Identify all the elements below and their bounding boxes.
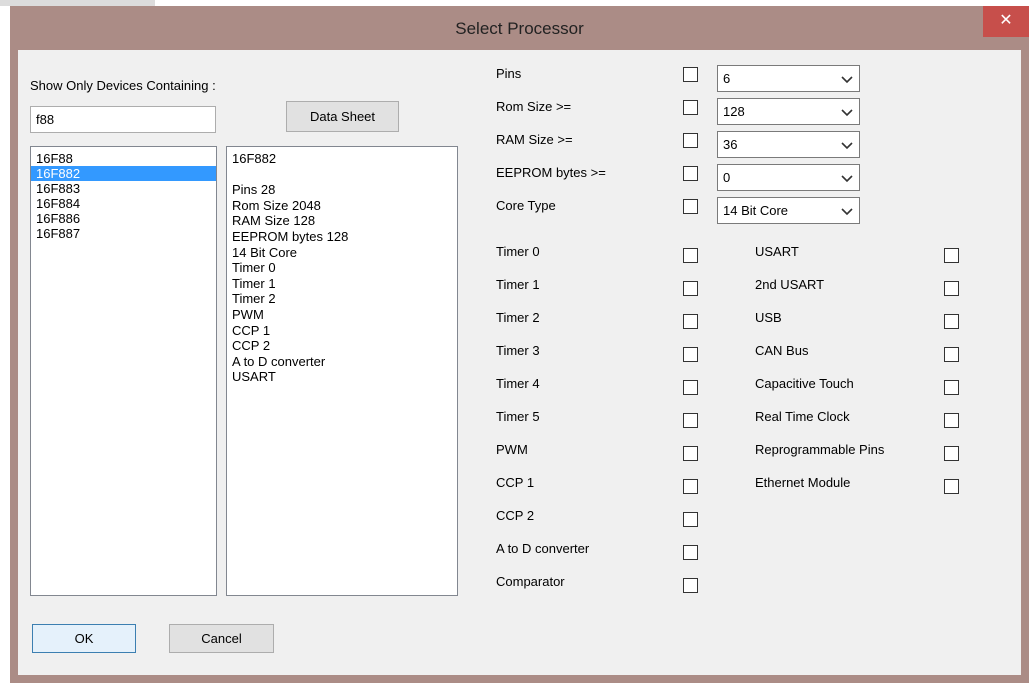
- device-list-item[interactable]: 16F882: [31, 166, 216, 181]
- feature-checkbox[interactable]: [683, 446, 698, 461]
- filter-row-checkbox[interactable]: [683, 166, 698, 181]
- feature-checkbox[interactable]: [944, 314, 959, 329]
- filter-row-checkbox[interactable]: [683, 67, 698, 82]
- feature-label: Real Time Clock: [755, 409, 850, 424]
- select-processor-dialog: Select Processor ✕ Show Only Devices Con…: [10, 6, 1029, 683]
- feature-checkbox[interactable]: [944, 413, 959, 428]
- feature-checkbox[interactable]: [683, 314, 698, 329]
- feature-checkbox[interactable]: [944, 248, 959, 263]
- cancel-button[interactable]: Cancel: [169, 624, 274, 653]
- feature-checkbox[interactable]: [683, 413, 698, 428]
- feature-checkbox[interactable]: [683, 347, 698, 362]
- device-list-item[interactable]: 16F887: [31, 226, 216, 241]
- feature-label: Capacitive Touch: [755, 376, 854, 391]
- feature-label: Ethernet Module: [755, 475, 851, 490]
- detail-line: CCP 1: [232, 322, 271, 338]
- feature-label: Reprogrammable Pins: [755, 442, 885, 457]
- chevron-down-icon: [841, 175, 853, 183]
- feature-checkbox[interactable]: [944, 446, 959, 461]
- dialog-body: Show Only Devices Containing : f88 Data …: [18, 50, 1021, 675]
- detail-line: RAM Size 128: [232, 213, 316, 229]
- detail-line: PWM: [232, 306, 264, 322]
- detail-line: 14 Bit Core: [232, 244, 298, 260]
- feature-checkbox[interactable]: [683, 281, 698, 296]
- filter-row-checkbox[interactable]: [683, 100, 698, 115]
- select-value: 36: [723, 137, 738, 152]
- chevron-down-icon: [841, 76, 853, 84]
- feature-label: Timer 5: [496, 409, 540, 424]
- filter-row-checkbox[interactable]: [683, 133, 698, 148]
- feature-label: Timer 0: [496, 244, 540, 259]
- filter-row-select[interactable]: 6: [717, 65, 860, 92]
- feature-checkbox[interactable]: [683, 545, 698, 560]
- data-sheet-button[interactable]: Data Sheet: [286, 101, 399, 132]
- feature-checkbox[interactable]: [683, 479, 698, 494]
- filter-row-label: RAM Size >=: [496, 132, 573, 147]
- filter-row-checkbox[interactable]: [683, 199, 698, 214]
- detail-line: CCP 2: [232, 338, 271, 354]
- feature-checkbox[interactable]: [944, 380, 959, 395]
- feature-label: Timer 3: [496, 343, 540, 358]
- feature-label: CCP 1: [496, 475, 535, 490]
- chevron-down-icon: [841, 109, 853, 117]
- filter-row-select[interactable]: 0: [717, 164, 860, 191]
- feature-checkbox[interactable]: [683, 248, 698, 263]
- feature-checkbox[interactable]: [683, 512, 698, 527]
- select-value: 14 Bit Core: [723, 203, 789, 218]
- detail-line: A to D converter: [232, 353, 326, 369]
- feature-label: Comparator: [496, 574, 565, 589]
- feature-label: Timer 4: [496, 376, 540, 391]
- filter-input[interactable]: f88: [30, 106, 216, 133]
- feature-label: CAN Bus: [755, 343, 809, 358]
- filter-row-select[interactable]: 36: [717, 131, 860, 158]
- detail-line: [227, 167, 457, 183]
- feature-label: USART: [755, 244, 799, 259]
- filter-label: Show Only Devices Containing :: [30, 78, 216, 93]
- ok-button[interactable]: OK: [32, 624, 136, 653]
- feature-checkbox[interactable]: [944, 281, 959, 296]
- select-value: 0: [723, 170, 731, 185]
- device-details: 16F882 Pins 28 Rom Size 2048 RAM Size 128 EE…: [226, 146, 458, 596]
- filter-row-select[interactable]: 14 Bit Core: [717, 197, 860, 224]
- feature-label: Timer 1: [496, 277, 540, 292]
- detail-line: Timer 2: [232, 291, 276, 307]
- feature-checkbox[interactable]: [944, 347, 959, 362]
- device-list-item[interactable]: 16F88: [31, 151, 216, 166]
- detail-line: Pins 28: [232, 182, 276, 198]
- feature-checkbox[interactable]: [683, 578, 698, 593]
- feature-label: Timer 2: [496, 310, 540, 325]
- chevron-down-icon: [841, 208, 853, 216]
- detail-line: Timer 0: [232, 260, 276, 276]
- feature-label: CCP 2: [496, 508, 535, 523]
- detail-line: EEPROM bytes 128: [232, 228, 349, 244]
- title-bar[interactable]: Select Processor ✕: [10, 6, 1029, 50]
- feature-label: PWM: [496, 442, 528, 457]
- feature-label: A to D converter: [496, 541, 590, 556]
- detail-line: Rom Size 2048: [232, 197, 321, 213]
- device-list-item[interactable]: 16F884: [31, 196, 216, 211]
- device-list-item[interactable]: 16F883: [31, 181, 216, 196]
- feature-label: USB: [755, 310, 782, 325]
- filter-row-select[interactable]: 128: [717, 98, 860, 125]
- select-value: 128: [723, 104, 745, 119]
- feature-checkbox[interactable]: [683, 380, 698, 395]
- chevron-down-icon: [841, 142, 853, 150]
- feature-label: 2nd USART: [755, 277, 825, 292]
- feature-checkbox[interactable]: [944, 479, 959, 494]
- detail-line: 16F882: [232, 151, 277, 166]
- close-icon: ✕: [999, 12, 1013, 29]
- detail-line: USART: [232, 369, 276, 385]
- filter-row-label: Rom Size >=: [496, 99, 572, 114]
- filter-row-label: Pins: [496, 66, 522, 81]
- detail-line: Timer 1: [232, 275, 276, 291]
- filter-row-label: EEPROM bytes >=: [496, 165, 606, 180]
- select-value: 6: [723, 71, 731, 86]
- window-title: Select Processor: [455, 19, 584, 38]
- close-button[interactable]: ✕: [983, 6, 1029, 37]
- device-list-item[interactable]: 16F886: [31, 211, 216, 226]
- device-list[interactable]: 16F88 16F882 16F883 16F884 16F886 16F887: [30, 146, 217, 596]
- filter-row-label: Core Type: [496, 198, 556, 213]
